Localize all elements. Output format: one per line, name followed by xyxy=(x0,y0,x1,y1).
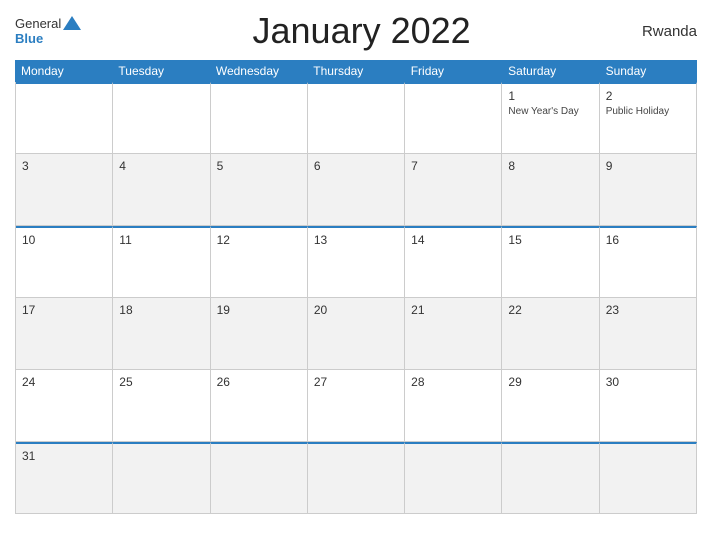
cal-cell: 26 xyxy=(211,370,308,442)
event-label: Public Holiday xyxy=(606,105,690,118)
day-number: 6 xyxy=(314,159,398,173)
day-number: 15 xyxy=(508,233,592,247)
logo-general-text: General xyxy=(15,17,61,31)
dow-saturday: Saturday xyxy=(502,60,599,82)
day-number: 25 xyxy=(119,375,203,389)
cal-cell: 16 xyxy=(600,226,697,298)
cal-cell: 8 xyxy=(502,154,599,226)
day-number: 27 xyxy=(314,375,398,389)
cal-cell xyxy=(211,442,308,514)
calendar-header: General Blue January 2022 Rwanda xyxy=(15,10,697,52)
day-number: 1 xyxy=(508,89,592,103)
dow-tuesday: Tuesday xyxy=(112,60,209,82)
cal-cell: 4 xyxy=(113,154,210,226)
cal-cell: 21 xyxy=(405,298,502,370)
day-number: 21 xyxy=(411,303,495,317)
day-number: 24 xyxy=(22,375,106,389)
cal-cell xyxy=(502,442,599,514)
cal-cell: 23 xyxy=(600,298,697,370)
logo-triangle-icon xyxy=(63,16,81,30)
day-number: 5 xyxy=(217,159,301,173)
cal-cell: 3 xyxy=(16,154,113,226)
cal-cell: 31 xyxy=(16,442,113,514)
cal-cell: 6 xyxy=(308,154,405,226)
cal-cell: 24 xyxy=(16,370,113,442)
cal-cell: 10 xyxy=(16,226,113,298)
calendar-container: General Blue January 2022 Rwanda Monday … xyxy=(0,0,712,550)
dow-thursday: Thursday xyxy=(307,60,404,82)
day-number: 12 xyxy=(217,233,301,247)
day-number: 17 xyxy=(22,303,106,317)
cal-cell: 13 xyxy=(308,226,405,298)
cal-cell: 7 xyxy=(405,154,502,226)
cal-cell: 2 Public Holiday xyxy=(600,82,697,154)
cal-cell: 25 xyxy=(113,370,210,442)
cal-cell xyxy=(113,82,210,154)
day-number: 7 xyxy=(411,159,495,173)
day-number: 18 xyxy=(119,303,203,317)
day-number: 9 xyxy=(606,159,690,173)
cal-cell: 28 xyxy=(405,370,502,442)
cal-cell: 11 xyxy=(113,226,210,298)
day-number: 26 xyxy=(217,375,301,389)
day-number: 3 xyxy=(22,159,106,173)
cal-cell xyxy=(113,442,210,514)
cal-cell xyxy=(405,82,502,154)
cal-cell xyxy=(308,82,405,154)
calendar-title: January 2022 xyxy=(81,10,642,52)
cal-cell: 9 xyxy=(600,154,697,226)
cal-cell: 29 xyxy=(502,370,599,442)
dow-monday: Monday xyxy=(15,60,112,82)
dow-friday: Friday xyxy=(405,60,502,82)
cal-cell xyxy=(600,442,697,514)
day-number: 19 xyxy=(217,303,301,317)
day-number: 11 xyxy=(119,233,203,247)
event-label: New Year's Day xyxy=(508,105,592,118)
day-number: 14 xyxy=(411,233,495,247)
country-label: Rwanda xyxy=(642,23,697,40)
cal-cell: 12 xyxy=(211,226,308,298)
day-number: 31 xyxy=(22,449,106,463)
day-number: 29 xyxy=(508,375,592,389)
day-number: 28 xyxy=(411,375,495,389)
cal-cell xyxy=(308,442,405,514)
cal-cell: 1 New Year's Day xyxy=(502,82,599,154)
cal-cell: 15 xyxy=(502,226,599,298)
calendar-grid: 1 New Year's Day 2 Public Holiday 3456789 10 1… xyxy=(15,82,697,514)
logo: General Blue xyxy=(15,16,81,46)
cal-cell xyxy=(16,82,113,154)
dow-sunday: Sunday xyxy=(600,60,697,82)
cal-cell: 14 xyxy=(405,226,502,298)
cal-cell: 5 xyxy=(211,154,308,226)
cal-cell: 19 xyxy=(211,298,308,370)
day-number: 4 xyxy=(119,159,203,173)
dow-wednesday: Wednesday xyxy=(210,60,307,82)
cal-cell: 30 xyxy=(600,370,697,442)
logo-blue-text: Blue xyxy=(15,32,43,46)
day-number: 22 xyxy=(508,303,592,317)
day-number: 8 xyxy=(508,159,592,173)
day-number: 16 xyxy=(606,233,690,247)
day-number: 30 xyxy=(606,375,690,389)
cal-cell: 17 xyxy=(16,298,113,370)
cal-cell xyxy=(405,442,502,514)
cal-cell xyxy=(211,82,308,154)
day-number: 10 xyxy=(22,233,106,247)
day-number: 13 xyxy=(314,233,398,247)
day-number: 23 xyxy=(606,303,690,317)
cal-cell: 22 xyxy=(502,298,599,370)
cal-cell: 27 xyxy=(308,370,405,442)
days-of-week-header: Monday Tuesday Wednesday Thursday Friday… xyxy=(15,60,697,82)
title-area: January 2022 xyxy=(81,10,642,52)
day-number: 2 xyxy=(606,89,690,103)
day-number: 20 xyxy=(314,303,398,317)
cal-cell: 20 xyxy=(308,298,405,370)
cal-cell: 18 xyxy=(113,298,210,370)
